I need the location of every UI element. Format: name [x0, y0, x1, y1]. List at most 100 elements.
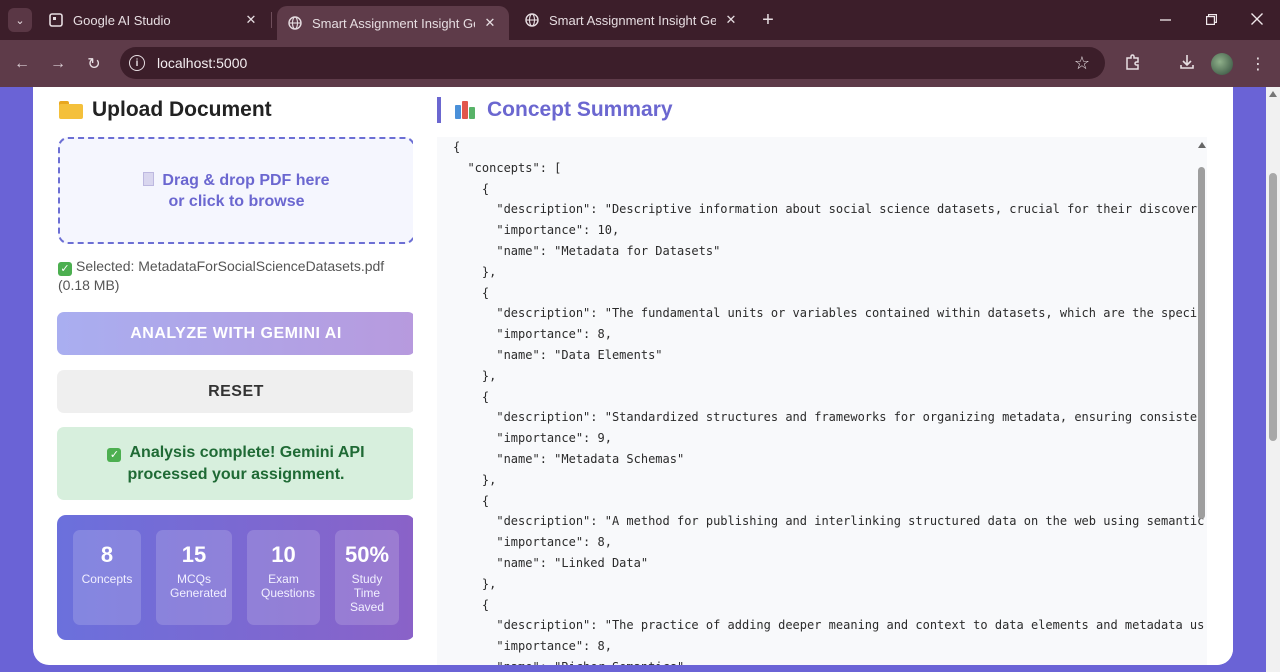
stat-exam-questions: 10 Exam Questions: [247, 530, 320, 625]
page-scroll-thumb[interactable]: [1269, 173, 1277, 441]
json-line: "importance": 8,: [453, 535, 612, 550]
concept-summary-heading-text: Concept Summary: [487, 98, 673, 121]
forward-button[interactable]: →: [46, 52, 70, 76]
json-line: },: [453, 576, 497, 591]
json-output[interactable]: { "concepts": [ { "description": "Descri…: [437, 137, 1207, 665]
bookmark-star-icon[interactable]: ☆: [1072, 53, 1092, 73]
minimize-button[interactable]: [1142, 0, 1188, 40]
json-line: "concepts": [: [453, 160, 562, 175]
site-info-icon[interactable]: i: [129, 55, 145, 71]
json-line: },: [453, 472, 497, 487]
back-button[interactable]: ←: [10, 52, 34, 76]
json-line: "importance": 8,: [453, 327, 612, 342]
scroll-up-arrow-icon[interactable]: [1198, 142, 1206, 148]
stat-value: 50%: [344, 542, 390, 567]
upload-heading-text: Upload Document: [92, 98, 272, 121]
code-scrollbar[interactable]: [1196, 137, 1207, 665]
back-arrow-icon: ←: [14, 55, 30, 72]
globe-icon: [524, 12, 540, 28]
globe-icon: [287, 15, 303, 31]
close-icon[interactable]: ✕: [481, 14, 499, 32]
json-line: {: [453, 597, 490, 612]
minimize-icon: [1159, 12, 1171, 28]
json-line: },: [453, 264, 497, 279]
tab-smart-assignment[interactable]: Smart Assignment Insight Gene ✕: [514, 0, 750, 40]
json-line: "name": "Richer Semantics": [453, 660, 684, 665]
document-icon: [143, 171, 155, 186]
dropzone-text-2: or click to browse: [168, 192, 305, 210]
stat-concepts: 8 Concepts: [73, 530, 141, 625]
upload-panel: Upload Document Drag & drop PDF here or …: [33, 87, 415, 665]
json-line: {: [453, 389, 490, 404]
stat-value: 15: [181, 542, 207, 567]
file-dropzone[interactable]: Drag & drop PDF here or click to browse: [58, 137, 415, 244]
tab-title: Smart Assignment Insight Gene: [312, 15, 475, 31]
reload-button[interactable]: ↻: [82, 52, 106, 76]
stats-panel: 8 Concepts 15 MCQs Generated 10 Exam Que…: [57, 515, 415, 640]
json-line: "name": "Data Elements": [453, 347, 663, 362]
stat-label: Exam Questions: [261, 572, 316, 600]
json-line: "description": "The fundamental units or…: [453, 306, 1205, 321]
close-window-button[interactable]: [1234, 0, 1280, 40]
selected-file: ✓ Selected: MetadataForSocialScienceDatas…: [58, 257, 418, 294]
json-line: {: [453, 493, 490, 508]
tab-title: Google AI Studio: [73, 12, 171, 28]
analyze-button[interactable]: ANALYZE WITH GEMINI AI: [57, 312, 415, 355]
app-card: Upload Document Drag & drop PDF here or …: [33, 87, 1233, 665]
address-bar[interactable]: [120, 47, 1105, 79]
concept-summary-panel: Concept Summary { "concepts": [ { "descr…: [413, 87, 1233, 665]
page-scrollbar[interactable]: [1266, 87, 1280, 672]
forward-arrow-icon: →: [50, 55, 66, 72]
browser-menu-button[interactable]: ⋮: [1246, 52, 1270, 76]
stat-value: 10: [271, 542, 296, 567]
stat-study-time: 50% Study Time Saved: [335, 530, 399, 625]
check-icon: ✓: [107, 447, 122, 462]
stat-value: 8: [100, 542, 114, 567]
json-line: "name": "Linked Data": [453, 555, 649, 570]
tab-smart-assignment-active[interactable]: Smart Assignment Insight Gene ✕: [277, 6, 509, 40]
json-line: "name": "Metadata Schemas": [453, 451, 685, 466]
json-line: "description": "The practice of adding d…: [453, 618, 1205, 633]
upload-heading: Upload Document: [59, 97, 272, 123]
close-window-icon: [1251, 12, 1263, 28]
downloads-button[interactable]: [1175, 52, 1199, 76]
json-code: { "concepts": [ { "description": "Descri…: [453, 137, 1204, 665]
tab-title: Smart Assignment Insight Gene: [549, 12, 716, 28]
success-text: Analysis complete! Gemini API processed …: [127, 443, 365, 483]
scroll-up-arrow-icon[interactable]: [1269, 91, 1277, 97]
close-icon[interactable]: ✕: [722, 11, 740, 29]
close-icon[interactable]: ✕: [242, 11, 260, 29]
tab-search-button[interactable]: ⌄: [8, 8, 32, 32]
json-line: },: [453, 368, 497, 383]
tab-google-ai-studio[interactable]: Google AI Studio ✕: [38, 0, 270, 40]
json-line: {: [453, 285, 490, 300]
kebab-menu-icon: ⋮: [1250, 56, 1266, 73]
json-line: "description": "Descriptive information …: [453, 202, 1205, 217]
selected-file-text: Selected: MetadataForSocialScienceDatase…: [58, 258, 385, 293]
tab-strip: ⌄ Google AI Studio ✕ Smart Assignment In…: [0, 0, 1280, 40]
check-icon: ✓: [58, 262, 72, 276]
download-icon: [1178, 53, 1196, 76]
restore-button[interactable]: [1188, 0, 1234, 40]
reset-button[interactable]: RESET: [57, 370, 415, 413]
json-line: "importance": 10,: [453, 223, 620, 238]
success-content: ✓ Analysis complete! Gemini API processed…: [73, 442, 399, 486]
json-line: "name": "Metadata for Datasets": [453, 243, 721, 258]
stat-label: MCQs Generated: [170, 572, 227, 600]
extensions-button[interactable]: [1121, 52, 1145, 76]
json-line: "importance": 8,: [453, 639, 612, 654]
success-message: ✓ Analysis complete! Gemini API processed…: [57, 427, 415, 500]
stat-mcqs: 15 MCQs Generated: [156, 530, 232, 625]
folder-icon: [59, 101, 83, 119]
stat-label: Study Time Saved: [349, 572, 385, 614]
dropzone-text-1: Drag & drop PDF here: [162, 171, 330, 189]
code-scroll-thumb[interactable]: [1198, 167, 1205, 519]
concept-summary-heading: Concept Summary: [437, 97, 673, 123]
reload-icon: ↻: [87, 56, 101, 73]
json-line: "importance": 9,: [453, 431, 612, 446]
stat-label: Concepts: [81, 572, 133, 586]
json-line: "description": "A method for publishing …: [453, 514, 1205, 529]
new-tab-button[interactable]: +: [756, 8, 780, 32]
url-text[interactable]: localhost:5000: [157, 55, 247, 71]
profile-avatar[interactable]: [1211, 53, 1233, 75]
